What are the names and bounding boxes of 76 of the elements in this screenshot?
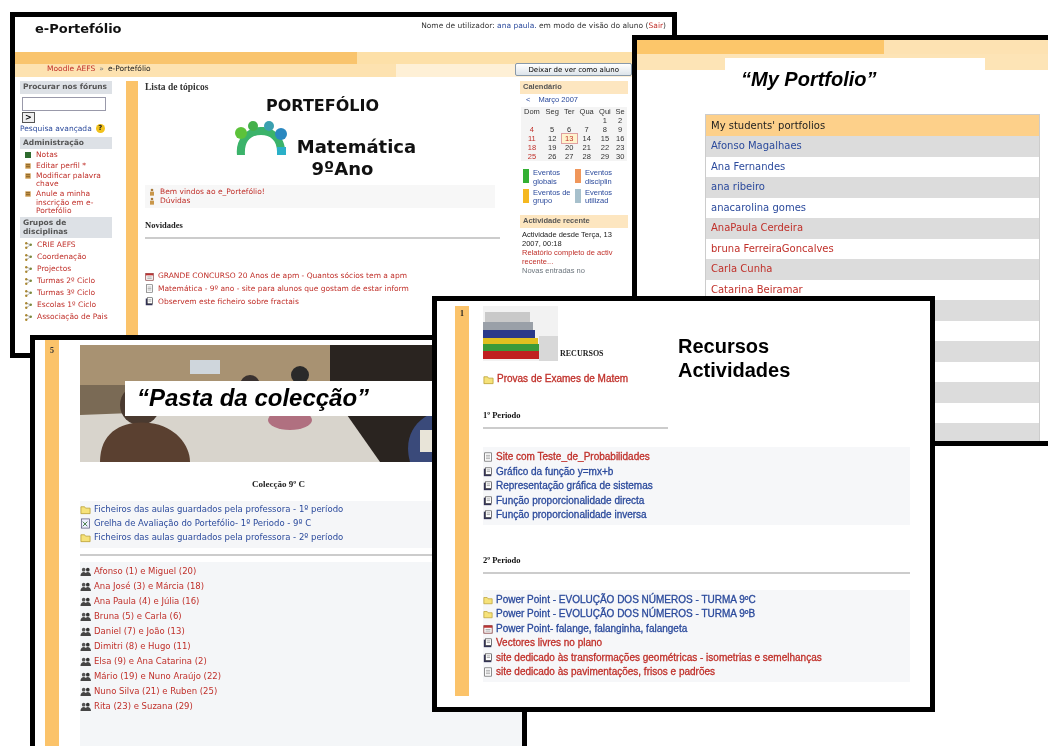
- resource-link[interactable]: site dedicado às pavimentações, frisos e padrões: [496, 666, 715, 679]
- period-heading: 2º Periodo: [483, 554, 522, 566]
- table-header: My students' portfolios: [706, 115, 1039, 136]
- student-link[interactable]: Afonso Magalhaes: [711, 140, 802, 151]
- resource-link[interactable]: Representação gráfica de sistemas: [496, 480, 653, 493]
- mortarboard-icon: [24, 190, 32, 199]
- group-icon: [80, 625, 91, 637]
- folder-icon: [80, 503, 91, 515]
- file-link[interactable]: Ficheiros das aulas guardados pela professora - 1º período: [94, 503, 344, 515]
- group-icon: [80, 595, 91, 607]
- group-icon: [80, 670, 91, 682]
- period-heading: 1º Periodo: [483, 410, 522, 422]
- group-link[interactable]: Ana Paula (4) e Júlia (16): [94, 595, 200, 607]
- section-heading: Lista de tópicos: [145, 81, 210, 94]
- page-icon: [145, 284, 154, 294]
- branch-icon: [24, 277, 33, 287]
- group-link[interactable]: Daniel (7) e João (13): [94, 625, 185, 637]
- collection-caption: “Pasta da colecção”: [125, 381, 435, 416]
- resource-link[interactable]: Função proporcionalidade directa: [496, 494, 645, 507]
- folder-icon: [80, 531, 91, 543]
- branch-icon: [24, 301, 33, 311]
- grade-title: 9ºAno: [310, 158, 375, 179]
- resource-link[interactable]: Power Point - EVOLUÇÃO DOS NÚMEROS - TURMA 9ºB: [496, 608, 756, 621]
- student-link[interactable]: bruna FerreiraGoncalves: [711, 242, 834, 254]
- branch-icon: [24, 313, 33, 323]
- group-link[interactable]: Mário (19) e Nuno Araújo (22): [94, 670, 222, 682]
- folder-icon: [483, 609, 493, 620]
- group-icon: [80, 685, 91, 697]
- group-icon: [80, 580, 91, 592]
- student-link[interactable]: Carla Cunha: [711, 263, 773, 274]
- group-link[interactable]: Dimitri (8) e Hugo (11): [94, 640, 191, 652]
- group-icon: [80, 655, 91, 667]
- branch-icon: [24, 265, 33, 275]
- group-icon: [80, 610, 91, 622]
- file-link[interactable]: Grelha de Avaliação do Portefólio- 1º Periodo - 9º C: [94, 517, 312, 529]
- folder-icon: [483, 594, 493, 605]
- resource-link[interactable]: Power Point - EVOLUÇÃO DOS NÚMEROS - TURMA 9ºC: [496, 593, 756, 606]
- search-field[interactable]: [22, 96, 106, 111]
- collection-heading: Colecção 9º C: [252, 479, 305, 491]
- resource-link[interactable]: Função proporcionalidade inversa: [496, 509, 647, 522]
- group-link[interactable]: Rita (23) e Suzana (29): [94, 700, 193, 712]
- site-title: e-Portefólio: [35, 21, 122, 38]
- resource-link[interactable]: Vectores livres no plano: [496, 637, 603, 650]
- document-icon: [145, 297, 154, 307]
- group-link[interactable]: Nuno Silva (21) e Ruben (25): [94, 685, 218, 697]
- branch-icon: [24, 241, 33, 251]
- group-icon: [80, 565, 91, 577]
- resource-link[interactable]: Power Point- falange, falanginha, falangeta: [496, 622, 688, 635]
- student-link[interactable]: ana ribeiro: [711, 181, 765, 192]
- page-title: PORTEFÓLIO: [264, 97, 381, 115]
- page-subtitle: Matemática: [296, 137, 417, 157]
- resource-link[interactable]: Provas de Exames de Matem: [497, 373, 629, 385]
- section-number: 1: [459, 308, 465, 320]
- group-link[interactable]: Afonso (1) e Miguel (20): [94, 565, 197, 577]
- folder-icon: [483, 373, 494, 385]
- section-number: 5: [49, 345, 55, 357]
- file-link[interactable]: Ficheiros das aulas guardados pela professora - 2º período: [94, 531, 344, 543]
- resource-link[interactable]: Site com Teste_de_Probabilidades: [496, 451, 650, 464]
- section-label: RECURSOS: [560, 348, 604, 359]
- branch-icon: [24, 253, 33, 263]
- student-link[interactable]: AnaPaula Cerdeira: [711, 222, 804, 233]
- resource-link[interactable]: site dedicado às transformações geométricas - isometrias e semelhanças: [496, 651, 822, 664]
- group-icon: [80, 640, 91, 652]
- go-button[interactable]: >: [22, 111, 35, 123]
- group-icon: [80, 700, 91, 712]
- group-link[interactable]: Elsa (9) e Ana Catarina (2): [94, 655, 207, 667]
- calendar-icon: [145, 271, 154, 281]
- grades-icon: [24, 151, 32, 160]
- group-link[interactable]: Bruna (5) e Carla (6): [94, 610, 182, 622]
- branch-icon: [24, 289, 33, 299]
- resource-link[interactable]: Gráfico da função y=mx+b: [496, 465, 614, 478]
- news-heading: Novidades: [145, 220, 184, 232]
- student-link[interactable]: anacarolina gomes: [711, 201, 806, 213]
- student-link[interactable]: Catarina Beiramar: [711, 283, 803, 295]
- group-link[interactable]: Ana José (3) e Márcia (18): [94, 580, 205, 592]
- student-link[interactable]: Ana Fernandes: [711, 160, 786, 172]
